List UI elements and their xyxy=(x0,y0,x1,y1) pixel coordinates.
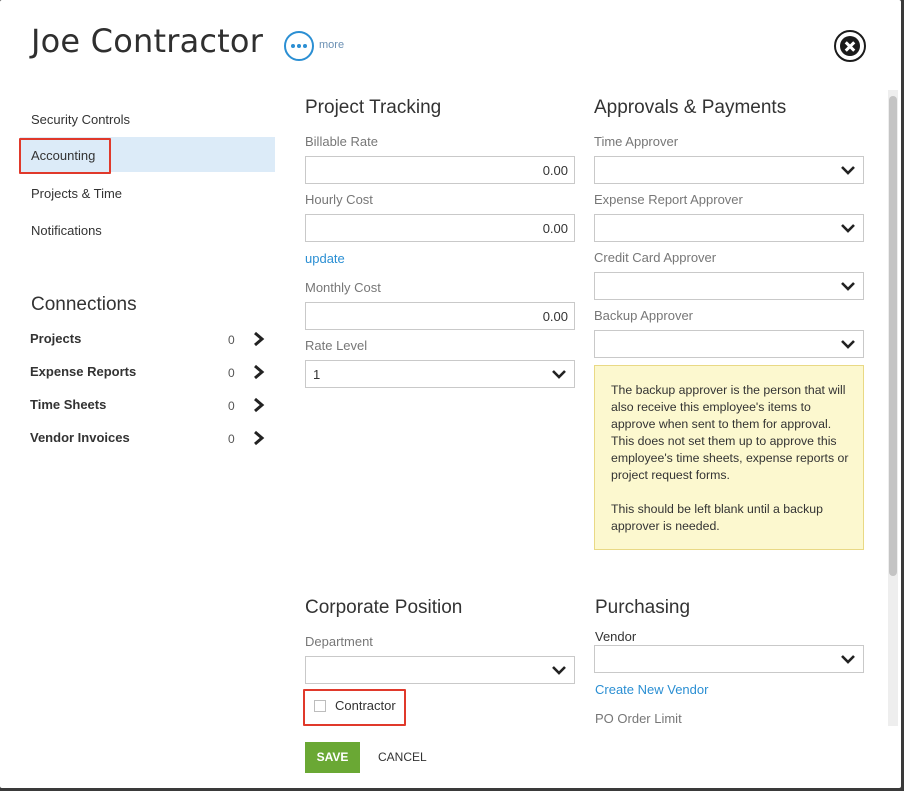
connection-label: Vendor Invoices xyxy=(30,430,130,445)
connection-count: 0 xyxy=(228,333,235,347)
sidebar-item-label: Security Controls xyxy=(31,112,130,127)
chevron-down-icon xyxy=(841,340,855,349)
credit-card-approver-label: Credit Card Approver xyxy=(594,250,717,265)
chevron-down-icon xyxy=(841,166,855,175)
department-select[interactable] xyxy=(305,656,575,684)
employee-dialog: Joe Contractor more Security Controls Ac… xyxy=(0,0,901,788)
note-paragraph: This should be left blank until a backup… xyxy=(611,502,823,533)
save-button[interactable]: SAVE xyxy=(305,742,360,773)
backup-approver-label: Backup Approver xyxy=(594,308,694,323)
create-vendor-link[interactable]: Create New Vendor xyxy=(595,682,708,697)
connection-row-vendor-invoices[interactable]: Vendor Invoices 0 xyxy=(30,430,270,452)
connection-row-projects[interactable]: Projects 0 xyxy=(30,331,270,353)
chevron-right-icon[interactable] xyxy=(252,331,266,347)
hourly-cost-label: Hourly Cost xyxy=(305,192,373,207)
approvals-title: Approvals & Payments xyxy=(594,97,787,118)
more-dots-icon[interactable] xyxy=(284,31,314,61)
rate-level-select[interactable]: 1 xyxy=(305,360,575,388)
backup-approver-select[interactable] xyxy=(594,330,864,358)
backup-approver-note: The backup approver is the person that w… xyxy=(594,365,864,550)
note-paragraph: The backup approver is the person that w… xyxy=(611,383,849,482)
vendor-label: Vendor xyxy=(595,629,637,644)
chevron-down-icon xyxy=(552,666,566,675)
accounting-highlight xyxy=(19,138,111,174)
credit-card-approver-select[interactable] xyxy=(594,272,864,300)
chevron-down-icon xyxy=(841,282,855,291)
scrollbar[interactable] xyxy=(888,90,898,726)
department-label: Department xyxy=(305,634,373,649)
close-icon[interactable] xyxy=(834,30,866,62)
billable-rate-label: Billable Rate xyxy=(305,134,378,149)
more-link[interactable]: more xyxy=(319,39,344,51)
sidebar-item-label: Projects & Time xyxy=(31,186,123,201)
po-order-limit-label: PO Order Limit xyxy=(595,711,682,726)
connection-label: Projects xyxy=(30,331,82,346)
sidebar-item-security-controls[interactable]: Security Controls xyxy=(20,101,275,136)
time-approver-label: Time Approver xyxy=(594,134,679,149)
scrollbar-thumb[interactable] xyxy=(889,96,897,576)
chevron-right-icon[interactable] xyxy=(252,397,266,413)
sidebar-item-projects-time[interactable]: Projects & Time xyxy=(20,175,275,210)
connection-row-time-sheets[interactable]: Time Sheets 0 xyxy=(30,397,270,419)
rate-level-value: 1 xyxy=(313,367,321,382)
expense-report-approver-select[interactable] xyxy=(594,214,864,242)
connection-label: Time Sheets xyxy=(30,397,107,412)
page-title: Joe Contractor xyxy=(31,22,264,60)
monthly-cost-input[interactable]: 0.00 xyxy=(305,302,575,330)
chevron-down-icon xyxy=(841,655,855,664)
contractor-label[interactable]: Contractor xyxy=(335,698,396,713)
cancel-button[interactable]: CANCEL xyxy=(378,742,427,773)
chevron-right-icon[interactable] xyxy=(252,364,266,380)
monthly-cost-label: Monthly Cost xyxy=(305,280,381,295)
chevron-down-icon xyxy=(841,224,855,233)
project-tracking-title: Project Tracking xyxy=(305,97,442,118)
connection-count: 0 xyxy=(228,399,235,413)
connection-count: 0 xyxy=(228,432,235,446)
sidebar-item-notifications[interactable]: Notifications xyxy=(20,212,275,247)
vendor-select[interactable] xyxy=(594,645,864,673)
update-link[interactable]: update xyxy=(305,251,345,266)
corporate-position-title: Corporate Position xyxy=(305,597,463,618)
connection-label: Expense Reports xyxy=(30,364,137,379)
rate-level-label: Rate Level xyxy=(305,338,368,353)
connection-count: 0 xyxy=(228,366,235,380)
hourly-cost-input[interactable]: 0.00 xyxy=(305,214,575,242)
expense-report-approver-label: Expense Report Approver xyxy=(594,192,743,207)
time-approver-select[interactable] xyxy=(594,156,864,184)
purchasing-title: Purchasing xyxy=(595,597,691,618)
connection-row-expense-reports[interactable]: Expense Reports 0 xyxy=(30,364,270,386)
connections-title: Connections xyxy=(31,294,137,315)
chevron-right-icon[interactable] xyxy=(252,430,266,446)
sidebar-item-label: Notifications xyxy=(31,223,102,238)
chevron-down-icon xyxy=(552,370,566,379)
billable-rate-input[interactable]: 0.00 xyxy=(305,156,575,184)
contractor-checkbox[interactable] xyxy=(314,700,326,712)
